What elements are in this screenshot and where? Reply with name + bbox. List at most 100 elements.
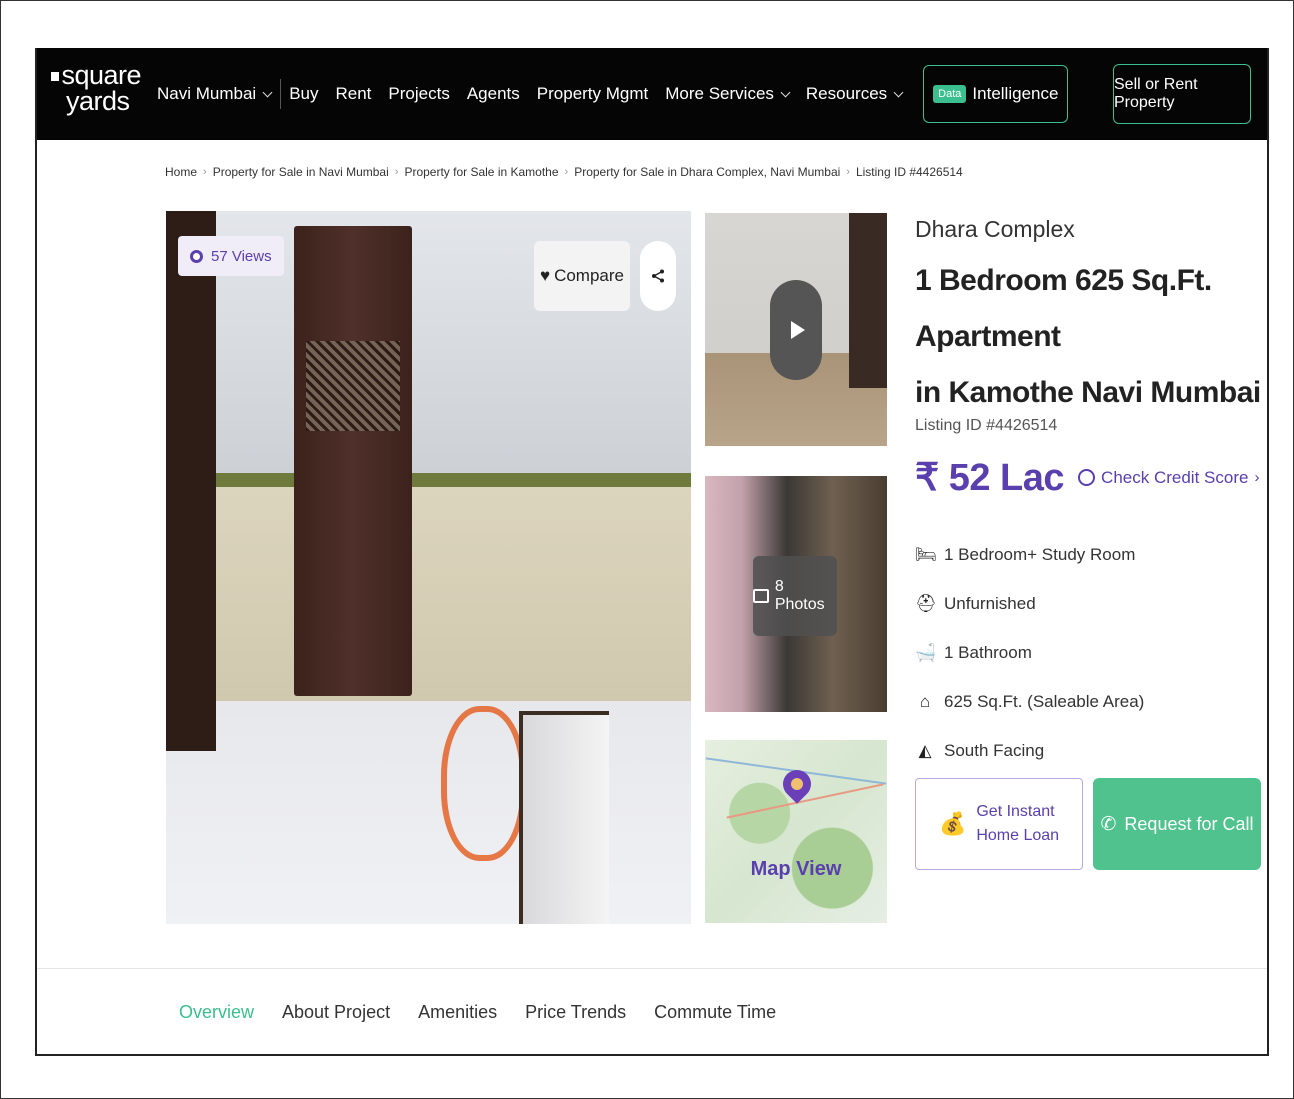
website: square yards Navi Mumbai Buy Rent Projec… xyxy=(35,48,1269,1056)
compare-label: Compare xyxy=(554,266,624,285)
main-property-photo[interactable]: 57 Views ♥ Compare xyxy=(166,211,691,924)
breadcrumb-navi-mumbai[interactable]: Property for Sale in Navi Mumbai xyxy=(213,165,389,179)
logo-square-icon xyxy=(51,72,60,81)
listing-title-line1: 1 Bedroom 625 Sq.Ft. Apartment xyxy=(915,264,1212,353)
home-loan-line2: Home Loan xyxy=(976,827,1060,844)
feature-bedrooms: 🛏 1 Bedroom+ Study Room xyxy=(915,530,1265,579)
listing-title-line2: in Kamothe Navi Mumbai xyxy=(915,376,1261,409)
cta-row: 💰 Get Instant Home Loan ✆ Request for Ca… xyxy=(915,778,1265,870)
breadcrumb-chevron-icon: › xyxy=(564,166,569,178)
tab-amenities[interactable]: Amenities xyxy=(418,1002,497,1023)
tab-overview[interactable]: Overview xyxy=(179,1002,254,1023)
video-thumbnail[interactable] xyxy=(705,213,887,446)
feature-text: 625 Sq.Ft. (Saleable Area) xyxy=(944,691,1145,711)
share-icon xyxy=(652,269,664,283)
image-icon xyxy=(753,589,769,603)
bed-icon: 🛏 xyxy=(915,544,937,564)
nav-rent[interactable]: Rent xyxy=(336,84,372,104)
feature-text: 1 Bedroom+ Study Room xyxy=(944,544,1136,564)
photo-wall-lower xyxy=(166,487,691,717)
breadcrumb: Home › Property for Sale in Navi Mumbai … xyxy=(165,165,963,179)
chevron-down-icon xyxy=(262,87,273,97)
feature-list: 🛏 1 Bedroom+ Study Room ⛑ Unfurnished 🛁 1 B… xyxy=(915,530,1265,775)
feature-bathrooms: 🛁 1 Bathroom xyxy=(915,628,1265,677)
photo-door-grill xyxy=(306,341,400,431)
nav-links: Navi Mumbai Buy Rent Projects Agents Pro… xyxy=(157,48,1085,140)
nav-property-mgmt[interactable]: Property Mgmt xyxy=(537,84,648,104)
photo-bicycle xyxy=(441,706,526,861)
breadcrumb-chevron-icon: › xyxy=(203,166,207,178)
request-call-button[interactable]: ✆ Request for Call xyxy=(1093,778,1261,870)
squareyards-logo[interactable]: square yards xyxy=(51,60,141,116)
photo-wall-band xyxy=(166,473,691,487)
nav-more-services[interactable]: More Services xyxy=(665,84,791,104)
nav-resources-label: Resources xyxy=(805,84,888,103)
tab-price-trends[interactable]: Price Trends xyxy=(525,1002,626,1023)
feature-furnishing: ⛑ Unfurnished xyxy=(915,579,1265,628)
check-credit-score-link[interactable]: Check Credit Score xyxy=(1101,468,1248,488)
chevron-down-icon xyxy=(780,87,791,97)
price: ₹ 52 Lac xyxy=(915,457,1065,499)
intelligence-label: Intelligence xyxy=(972,84,1059,103)
money-bag-icon: 💰 xyxy=(938,811,967,836)
nav-city-select[interactable]: Navi Mumbai xyxy=(157,84,273,104)
nav-divider xyxy=(280,79,282,109)
map-view-thumbnail[interactable]: Map View xyxy=(705,740,887,923)
eye-icon xyxy=(190,249,203,263)
home-loan-label: Get Instant Home Loan xyxy=(976,800,1059,848)
top-navbar: square yards Navi Mumbai Buy Rent Projec… xyxy=(37,48,1267,140)
home-loan-button[interactable]: 💰 Get Instant Home Loan xyxy=(915,778,1083,870)
breadcrumb-chevron-icon: › xyxy=(846,166,850,178)
nav-buy[interactable]: Buy xyxy=(289,84,318,104)
photos-count-badge[interactable]: 8 Photos xyxy=(753,556,837,636)
nav-resources[interactable]: Resources xyxy=(805,84,904,104)
listing-title: 1 Bedroom 625 Sq.Ft. Apartment in Kamoth… xyxy=(915,253,1265,421)
feature-facing: ◭ South Facing xyxy=(915,726,1265,775)
breadcrumb-dhara-complex[interactable]: Property for Sale in Dhara Complex, Navi… xyxy=(574,165,840,179)
request-call-label: Request for Call xyxy=(1124,813,1254,834)
sell-or-rent-button[interactable]: Sell or Rent Property xyxy=(1113,64,1251,124)
video-door xyxy=(849,213,887,388)
tab-commute-time[interactable]: Commute Time xyxy=(654,1002,776,1023)
feature-text: South Facing xyxy=(944,740,1045,760)
project-name[interactable]: Dhara Complex xyxy=(915,216,1265,243)
photos-thumbnail[interactable]: 8 Photos xyxy=(705,476,887,712)
breadcrumb-listing-id: Listing ID #4426514 xyxy=(855,165,963,179)
photos-count: 8 Photos xyxy=(774,578,825,613)
logo-text-2: yards xyxy=(66,86,130,116)
bathroom-icon: 🛁 xyxy=(915,642,937,662)
data-badge: Data xyxy=(933,85,967,103)
chevron-down-icon xyxy=(893,87,904,97)
sofa-icon: ⛑ xyxy=(915,593,937,613)
price-row: ₹ 52 Lac Check Credit Score › xyxy=(915,455,1265,500)
compass-icon: ◭ xyxy=(918,740,932,760)
logo-text-1: square xyxy=(61,60,141,90)
listing-details: Dhara Complex 1 Bedroom 625 Sq.Ft. Apart… xyxy=(915,216,1265,870)
photo-main-door xyxy=(294,226,412,696)
play-icon[interactable] xyxy=(770,280,822,380)
breadcrumb-chevron-icon: › xyxy=(394,166,399,178)
tab-about-project[interactable]: About Project xyxy=(282,1002,390,1023)
home-loan-line1: Get Instant xyxy=(976,803,1055,820)
views-count: 57 Views xyxy=(211,247,272,265)
photo-floor xyxy=(166,701,691,924)
feature-text: Unfurnished xyxy=(944,593,1036,613)
feature-text: 1 Bathroom xyxy=(944,642,1032,662)
screenshot-frame: square yards Navi Mumbai Buy Rent Projec… xyxy=(0,0,1294,1099)
nav-city-label: Navi Mumbai xyxy=(157,84,257,103)
section-tabs: Overview About Project Amenities Price T… xyxy=(37,968,1267,1054)
nav-projects[interactable]: Projects xyxy=(388,84,449,104)
photo-left-door xyxy=(166,211,216,751)
nav-agents[interactable]: Agents xyxy=(467,84,520,104)
home-icon: ⌂ xyxy=(919,691,931,711)
gauge-icon xyxy=(1078,469,1096,486)
map-view-label: Map View xyxy=(750,858,842,880)
heart-icon: ♥ xyxy=(539,266,551,285)
views-badge: 57 Views xyxy=(178,236,284,276)
breadcrumb-home[interactable]: Home xyxy=(165,165,197,179)
data-intelligence-button[interactable]: Data Intelligence xyxy=(923,65,1069,123)
compare-button[interactable]: ♥ Compare xyxy=(534,241,630,311)
share-button[interactable] xyxy=(640,241,676,311)
breadcrumb-kamothe[interactable]: Property for Sale in Kamothe xyxy=(404,165,558,179)
nav-more-services-label: More Services xyxy=(665,84,774,103)
